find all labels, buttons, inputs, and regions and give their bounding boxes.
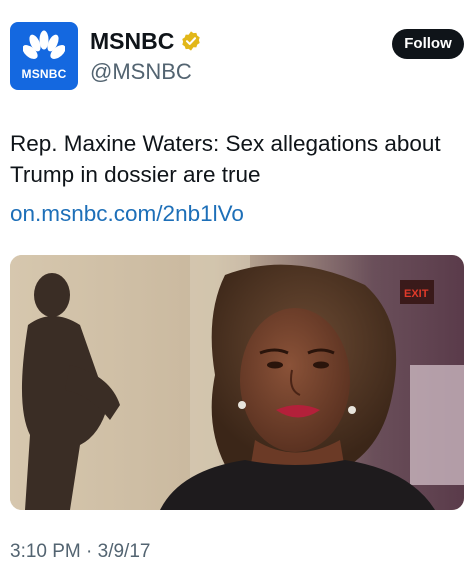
tweet-text: Rep. Maxine Waters: Sex allegations abou…	[10, 131, 441, 187]
verified-badge-icon	[182, 31, 201, 51]
tweet-timestamp[interactable]: 3:10 PM · 3/9/17	[10, 540, 150, 564]
account-handle[interactable]: @MSNBC	[90, 59, 202, 85]
display-name-row: MSNBC	[90, 28, 202, 54]
follow-button[interactable]: Follow	[392, 29, 464, 59]
account-names: MSNBC @MSNBC	[90, 28, 202, 85]
tweet-link[interactable]: on.msnbc.com/2nb1lVo	[10, 198, 244, 229]
display-name[interactable]: MSNBC	[90, 28, 174, 54]
account-avatar[interactable]: MSNBC	[10, 22, 78, 90]
avatar-logo-text: MSNBC	[21, 67, 67, 81]
tweet-header: MSNBC MSNBC @MSNBC Follow	[10, 22, 464, 92]
tweet-media-image[interactable]: EXIT	[10, 255, 464, 510]
peacock-logo-icon	[23, 30, 65, 59]
exit-sign-text: EXIT	[404, 288, 429, 300]
news-still-image: EXIT	[10, 255, 464, 510]
